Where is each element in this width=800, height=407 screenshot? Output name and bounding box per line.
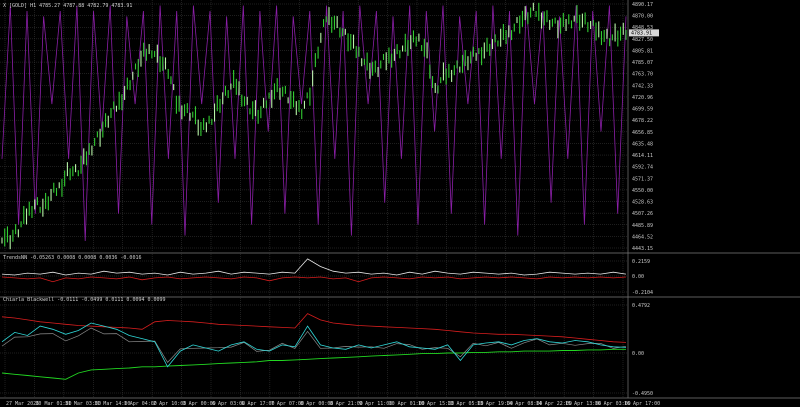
price-tick-label: 4805.81 [632,48,653,54]
price-tick-label: 4464.52 [632,234,653,240]
time-axis: 27 Mar 202630 Mar 01:0031 Mar 03:0031 Ma… [6,401,660,407]
time-tick-label: 9 Apr 11:00 [359,401,392,407]
main-header: X [GOLD] H1 4785.27 4787.88 4782.79 4783… [3,3,132,9]
time-tick-label: 6 Apr 17:00 [241,401,274,407]
indicator1-tick-label: 0.00 [632,274,644,280]
price-tick-label: 4507.26 [632,211,653,217]
current-price-label: 4783.91 [631,31,652,37]
price-tick-label: 4443.15 [632,246,653,252]
purple-line [1,5,627,242]
trend-indicator [1,258,627,283]
time-tick-label: 27 Mar 2026 [6,401,39,407]
grid [0,0,800,399]
indicator1-red-line [1,276,627,283]
indicator1-tick-label: 0.2159 [632,259,650,265]
price-tick-label: 4870.00 [632,14,653,20]
time-tick-label: 3 Apr 00:00 [183,401,216,407]
price-tick-label: 4699.59 [632,107,653,113]
price-tick-label: 4848.53 [632,25,653,31]
price-tick-label: 4592.74 [632,165,653,171]
indicator2-cyan-line [1,322,627,368]
price-tick-label: 4550.00 [632,188,653,194]
price-tick-label: 4528.63 [632,200,653,206]
time-tick-label: 16 Apr 17:00 [624,401,660,407]
time-tick-label: 7 Apr 07:00 [271,401,304,407]
price-tick-label: 4656.85 [632,130,653,136]
price-tick-label: 4635.48 [632,141,653,147]
indicator2-tick-label: -0.4950 [632,391,653,397]
indicator2-gray-line [1,327,627,363]
indicator2-red-line [1,313,627,343]
purple-indicator-line [1,5,627,242]
time-tick-label: 2 Apr 10:00 [153,401,186,407]
time-tick-label: 1 Apr 04:00 [124,401,157,407]
price-tick-label: 4571.37 [632,176,653,182]
indicator2-header: Chiarla Blackwell -0.0111 -0.0499 0.0111… [3,297,166,303]
time-tick-label: 8 Apr 00:00 [300,401,333,407]
indicator1-header: TrendsNN -0.05263 0.0008 0.0008 0.0036 -… [3,255,141,261]
price-tick-label: 4763.70 [632,72,653,78]
price-tick-label: 4827.50 [632,37,653,43]
price-tick-label: 4890.17 [632,2,653,8]
indicator2-green-line [1,348,626,380]
indicator1-white-line [1,258,627,276]
indicator2-tick-label: 0.00 [632,351,644,357]
chart-svg[interactable]: 4783.91 4890.17 4870.00 4848.53 4827.50 4805.… [0,0,800,407]
time-tick-label: 6 Apr 03:00 [212,401,245,407]
oscillator-indicator [1,313,627,380]
price-tick-label: 4742.33 [632,83,653,89]
indicator2-tick-label: 0.4792 [632,303,650,309]
price-tick-label: 4678.22 [632,118,653,124]
price-axis: 4783.91 4890.17 4870.00 4848.53 4827.50 4805.… [629,2,659,397]
price-tick-label: 4785.07 [632,60,653,66]
price-tick-label: 4485.89 [632,223,653,229]
price-tick-label: 4614.11 [632,153,653,159]
time-tick-label: 8 Apr 21:00 [330,401,363,407]
trading-chart[interactable]: 4783.91 4890.17 4870.00 4848.53 4827.50 4805.… [0,0,800,407]
price-tick-label: 4720.96 [632,95,653,101]
indicator1-tick-label: -0.2104 [632,290,653,296]
